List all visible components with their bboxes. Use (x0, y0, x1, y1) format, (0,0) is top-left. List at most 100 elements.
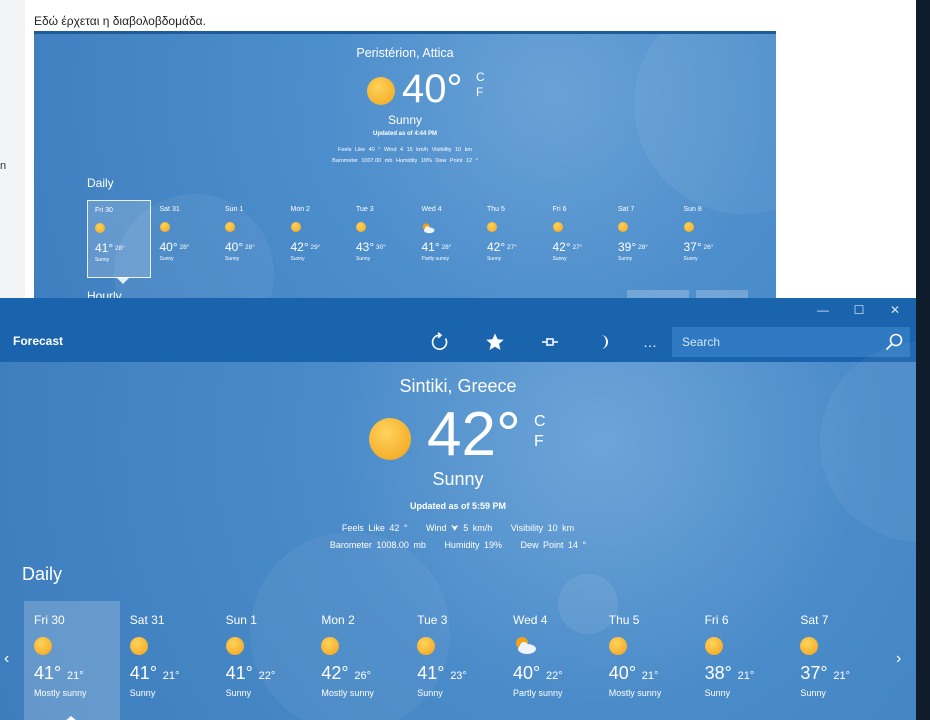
unit-celsius[interactable]: C (534, 412, 546, 432)
daily-day-tile[interactable]: Mon 2 42° 26° Mostly sunny (311, 601, 407, 720)
daily-day-tile[interactable]: Fri 6 38° 21° Sunny (695, 601, 791, 720)
favorite-button[interactable] (479, 328, 511, 356)
refresh-button[interactable] (424, 328, 456, 356)
embedded-day-condition: Sunny (618, 256, 633, 262)
day-low-temp: 21° (162, 670, 180, 682)
daily-day-tile[interactable]: Sun 1 41° 22° Sunny (216, 601, 312, 720)
embedded-location: Peristérion, Attica (356, 46, 454, 60)
daily-day-tile[interactable]: Thu 5 40° 21° Mostly sunny (599, 601, 695, 720)
day-condition: Sunny (417, 688, 443, 698)
day-name: Sat 31 (129, 613, 165, 627)
day-high-temp: 41° (129, 663, 158, 683)
embedded-unit-c: C (476, 70, 485, 84)
sun-icon (487, 222, 497, 232)
updated-time: Updated as of 5:59 PM (409, 501, 507, 511)
sun-icon (683, 222, 694, 232)
embedded-day-tile: Thu 5 42° 27° Sunny (480, 200, 544, 278)
embedded-selection-caret (116, 277, 130, 284)
pin-button[interactable] (534, 328, 566, 356)
embedded-day-tile: Fri 6 42° 27° Sunny (546, 200, 610, 278)
embedded-details-line2: Barometer 1007.00 mb Humidity 19% Dew Po… (332, 158, 478, 164)
minimize-button[interactable]: — (809, 302, 837, 318)
forecast-content: Sintiki, Greece 42° C F Sunny Updated as… (0, 342, 916, 720)
humidity: Humidity 19% (444, 540, 502, 550)
page-title: Forecast (13, 334, 64, 348)
wind: Wind ⮟ 5 km/h (426, 523, 493, 533)
embedded-day-condition: Sunny (290, 256, 305, 262)
dew-point: Dew Point 14 ° (520, 540, 587, 550)
embedded-day-high: 42° (487, 240, 506, 254)
embedded-day-high: 40° (225, 240, 244, 254)
favorite-star-icon (486, 333, 504, 350)
embedded-day-high: 41° (421, 240, 440, 254)
more-button[interactable]: … (634, 328, 666, 356)
day-name: Tue 3 (417, 613, 448, 627)
sun-icon (608, 637, 627, 655)
embedded-day-tile: Fri 30 41° 28° Sunny (87, 200, 151, 278)
sun-icon (225, 222, 235, 232)
day-high-temp: 37° (800, 663, 828, 683)
embedded-day-low: 28° (441, 244, 452, 251)
daily-heading: Daily (22, 564, 63, 584)
post-text: Εδώ έρχεται η διαβολοβδομάδα. (34, 14, 206, 28)
visibility: Visibility 10 km (510, 523, 575, 533)
embedded-updated: Updated as of 4:44 PM (372, 131, 437, 137)
embedded-weather-screenshot: Peristérion, Attica 40° C F Sunny Update… (34, 31, 776, 301)
embedded-day-name: Sun 1 (225, 206, 244, 213)
daily-next-arrow[interactable]: › (896, 650, 901, 668)
dark-mode-button[interactable] (587, 328, 619, 356)
app-toolbar: Forecast … (0, 322, 916, 362)
embedded-day-name: Wed 4 (421, 206, 442, 213)
day-low-temp: 21° (641, 670, 659, 682)
embedded-day-tile: Wed 4 41° 28° Partly sunny (415, 200, 479, 278)
daily-day-tile[interactable]: Wed 4 40° 22° Partly sunny (503, 601, 599, 720)
day-high-temp: 38° (704, 663, 732, 683)
embedded-day-name: Fri 6 (552, 206, 567, 213)
refresh-icon (431, 332, 448, 350)
day-name: Fri 6 (704, 613, 729, 627)
day-low-temp: 21° (833, 670, 851, 682)
day-condition: Partly sunny (513, 688, 563, 698)
unit-toggle: C F (534, 412, 546, 452)
selected-day-caret (64, 716, 78, 720)
embedded-day-high: 39° (618, 240, 637, 254)
sun-icon (417, 637, 436, 655)
daily-day-tile[interactable]: Sat 7 37° 21° Sunny (790, 601, 886, 720)
daily-prev-arrow[interactable]: ‹ (4, 650, 9, 668)
day-low-temp: 21° (67, 670, 84, 682)
daily-forecast-list: Fri 30 41° 21° Mostly sunny Sat 31 41° 21° Sunn… (24, 601, 894, 720)
sun-icon (552, 222, 563, 232)
sun-icon (356, 222, 366, 232)
feels-like: Feels Like 42 ° (341, 523, 408, 533)
maximize-button[interactable]: ☐ (845, 302, 873, 318)
embedded-daily-list: Fri 30 41° 28° Sunny Sat 31 40° 28° Sunny Sun 14… (87, 200, 767, 278)
search-input[interactable] (672, 327, 892, 357)
embedded-day-low: 27° (507, 244, 517, 251)
day-name: Mon 2 (321, 613, 355, 627)
daily-day-tile[interactable]: Tue 3 41° 23° Sunny (407, 601, 503, 720)
sun-icon (129, 637, 148, 655)
embedded-day-tile: Tue 3 43° 30° Sunny (349, 200, 413, 278)
close-button[interactable]: ✕ (881, 302, 909, 318)
daily-day-tile[interactable]: Sat 31 41° 21° Sunny (120, 601, 216, 720)
embedded-day-high: 42° (552, 240, 571, 254)
unit-fahrenheit[interactable]: F (534, 432, 546, 452)
day-condition: Mostly sunny (34, 688, 87, 698)
barometer: Barometer 1008.00 mb (329, 540, 426, 550)
day-name: Fri 30 (34, 613, 65, 627)
current-temperature: 42° (427, 400, 521, 469)
embedded-day-tile: Sat 7 39° 28° Sunny (611, 200, 675, 278)
more-icon: … (643, 334, 657, 350)
pin-icon (542, 338, 558, 346)
embedded-day-low: 28° (115, 245, 125, 252)
sun-icon (704, 637, 723, 655)
day-low-temp: 21° (737, 670, 755, 682)
title-bar: — ☐ ✕ (0, 298, 916, 322)
weather-app-window: — ☐ ✕ Forecast … Search Sintiki, Greece … (0, 298, 916, 720)
day-condition: Sunny (800, 688, 826, 698)
partly-sunny-icon-wrap (513, 635, 537, 655)
day-high-temp: 41° (417, 663, 445, 683)
daily-day-tile[interactable]: Fri 30 41° 21° Mostly sunny (24, 601, 120, 720)
embedded-day-low: 27° (572, 244, 583, 251)
embedded-day-low: 30° (376, 244, 386, 251)
